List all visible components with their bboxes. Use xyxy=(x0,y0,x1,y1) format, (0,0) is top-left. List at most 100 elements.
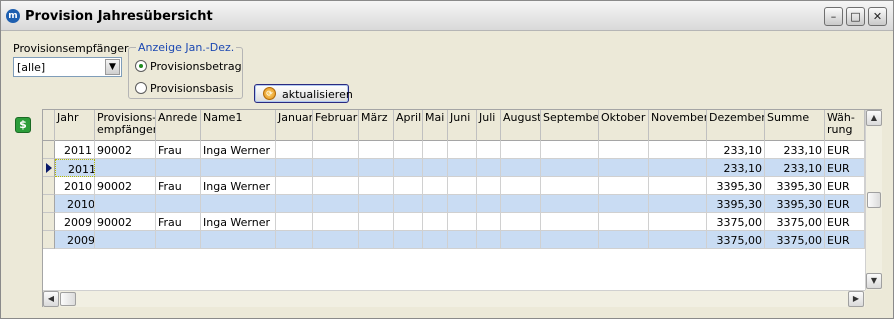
recipient-select[interactable]: [alle] ▼ xyxy=(13,57,122,77)
table-cell[interactable] xyxy=(448,159,477,177)
table-cell[interactable] xyxy=(313,177,359,195)
table-cell[interactable] xyxy=(423,231,448,249)
subtotal-row[interactable]: 2010 3395,30 3395,30 EUR xyxy=(43,195,865,213)
table-cell[interactable]: EUR xyxy=(825,141,865,159)
column-header[interactable]: November xyxy=(649,110,707,141)
vertical-scroll-thumb[interactable] xyxy=(867,192,881,208)
table-cell[interactable] xyxy=(477,141,501,159)
table-cell[interactable]: EUR xyxy=(825,231,865,249)
table-cell[interactable] xyxy=(541,177,599,195)
table-cell[interactable]: 90002 xyxy=(95,177,156,195)
table-cell[interactable]: 2011 xyxy=(55,141,95,159)
table-cell[interactable] xyxy=(156,159,201,177)
table-row[interactable]: 2011 90002 Frau Inga Werner 233,10 233,10 EUR xyxy=(43,141,865,159)
table-cell[interactable] xyxy=(599,177,649,195)
table-cell[interactable]: 2009 xyxy=(55,231,95,249)
table-cell[interactable] xyxy=(599,141,649,159)
column-header[interactable]: Februar xyxy=(313,110,359,141)
close-button[interactable]: ✕ xyxy=(868,7,887,26)
scroll-down-icon[interactable]: ▼ xyxy=(866,273,882,289)
table-cell[interactable] xyxy=(156,195,201,213)
column-header[interactable]: Summe xyxy=(765,110,825,141)
column-header[interactable]: Juni xyxy=(448,110,477,141)
column-header[interactable]: Jahr xyxy=(55,110,95,141)
subtotal-row[interactable]: 2011 233,10 233,10 EUR xyxy=(43,159,865,177)
table-cell[interactable] xyxy=(276,177,313,195)
column-header[interactable]: Anrede xyxy=(156,110,201,141)
subtotal-row[interactable]: 2009 3375,00 3375,00 EUR xyxy=(43,231,865,249)
table-cell[interactable] xyxy=(359,177,394,195)
table-cell[interactable] xyxy=(276,141,313,159)
column-header[interactable]: Wäh- rung xyxy=(825,110,865,141)
table-cell[interactable] xyxy=(649,177,707,195)
table-cell[interactable]: 90002 xyxy=(95,141,156,159)
table-cell[interactable] xyxy=(448,195,477,213)
dollar-icon[interactable]: $ xyxy=(15,117,31,133)
table-cell[interactable] xyxy=(313,141,359,159)
table-cell[interactable] xyxy=(649,159,707,177)
column-header[interactable]: April xyxy=(394,110,423,141)
table-cell[interactable]: Frau xyxy=(156,213,201,231)
table-cell[interactable] xyxy=(394,195,423,213)
table-cell[interactable]: 233,10 xyxy=(707,159,765,177)
table-cell[interactable]: 3395,30 xyxy=(707,177,765,195)
column-header[interactable]: Name1 xyxy=(201,110,276,141)
table-cell[interactable] xyxy=(541,213,599,231)
table-cell[interactable]: 90002 xyxy=(95,213,156,231)
table-cell[interactable] xyxy=(95,231,156,249)
table-row[interactable]: 2009 90002 Frau Inga Werner 3375,00 3375,00 EU… xyxy=(43,213,865,231)
table-cell[interactable] xyxy=(541,141,599,159)
table-cell[interactable] xyxy=(477,195,501,213)
table-cell[interactable] xyxy=(477,231,501,249)
column-header[interactable]: September xyxy=(541,110,599,141)
table-cell[interactable] xyxy=(201,231,276,249)
scroll-right-icon[interactable]: ▶ xyxy=(848,291,864,307)
radio-selected-icon[interactable] xyxy=(135,60,147,72)
table-cell[interactable] xyxy=(448,213,477,231)
column-header[interactable]: Oktober xyxy=(599,110,649,141)
column-header[interactable]: März xyxy=(359,110,394,141)
table-cell[interactable]: Frau xyxy=(156,177,201,195)
table-cell[interactable] xyxy=(448,231,477,249)
table-cell[interactable] xyxy=(394,159,423,177)
row-selector[interactable] xyxy=(43,141,55,159)
scroll-up-icon[interactable]: ▲ xyxy=(866,110,882,126)
radio-unselected-icon[interactable] xyxy=(135,82,147,94)
table-cell[interactable]: Frau xyxy=(156,141,201,159)
table-cell[interactable] xyxy=(599,195,649,213)
table-cell[interactable]: 3395,30 xyxy=(765,195,825,213)
table-cell[interactable]: 3395,30 xyxy=(765,177,825,195)
table-cell[interactable]: EUR xyxy=(825,195,865,213)
table-cell[interactable] xyxy=(541,195,599,213)
table-cell[interactable] xyxy=(501,231,541,249)
minimize-button[interactable]: – xyxy=(824,7,843,26)
table-cell[interactable] xyxy=(394,213,423,231)
table-cell[interactable] xyxy=(313,213,359,231)
table-cell[interactable] xyxy=(477,177,501,195)
table-cell[interactable] xyxy=(394,231,423,249)
radio-provisionsbetrag[interactable]: Provisionsbetrag xyxy=(135,58,245,74)
table-cell[interactable] xyxy=(394,177,423,195)
table-cell[interactable] xyxy=(423,195,448,213)
table-cell[interactable]: 3375,00 xyxy=(765,231,825,249)
table-cell[interactable] xyxy=(649,231,707,249)
table-cell[interactable]: 233,10 xyxy=(765,159,825,177)
column-header[interactable]: Mai xyxy=(423,110,448,141)
table-cell[interactable] xyxy=(201,195,276,213)
table-cell[interactable]: 2010 xyxy=(55,195,95,213)
table-cell[interactable]: EUR xyxy=(825,159,865,177)
radio-provisionsbasis[interactable]: Provisionsbasis xyxy=(135,80,245,96)
column-header[interactable]: August xyxy=(501,110,541,141)
table-cell[interactable] xyxy=(649,141,707,159)
table-cell[interactable]: 233,10 xyxy=(765,141,825,159)
table-cell[interactable] xyxy=(448,177,477,195)
table-cell[interactable] xyxy=(276,159,313,177)
row-selector[interactable] xyxy=(43,177,55,195)
column-header[interactable]: Provisions- empfänger xyxy=(95,110,156,141)
row-selector[interactable] xyxy=(43,195,55,213)
table-cell[interactable] xyxy=(276,195,313,213)
horizontal-scroll-thumb[interactable] xyxy=(60,292,76,306)
table-cell[interactable]: 3395,30 xyxy=(707,195,765,213)
table-cell[interactable]: EUR xyxy=(825,213,865,231)
table-cell[interactable] xyxy=(423,177,448,195)
